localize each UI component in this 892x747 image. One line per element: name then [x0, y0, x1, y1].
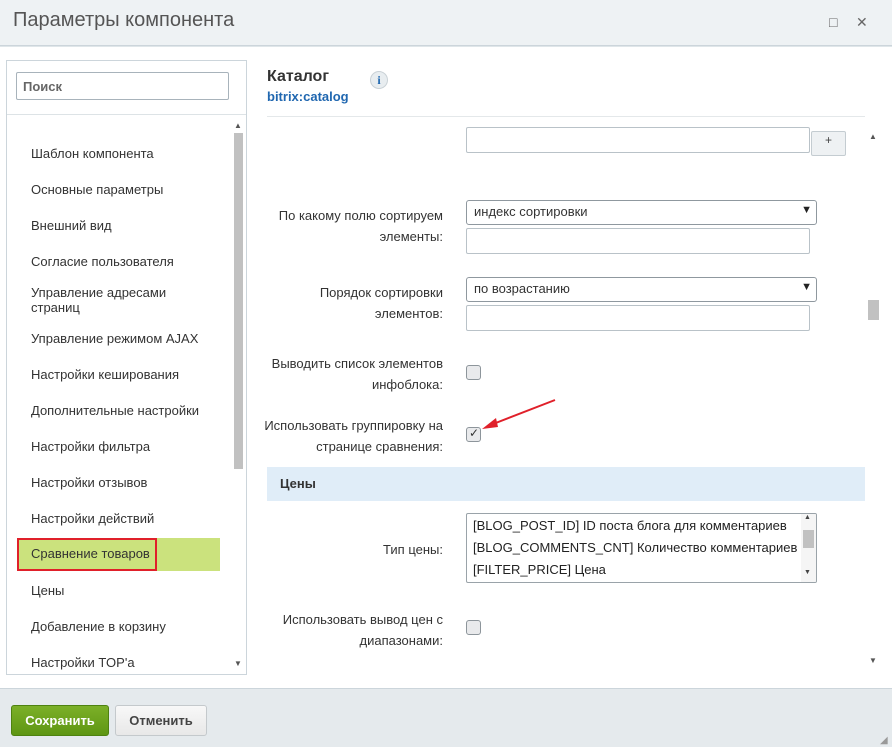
sidebar-item-prices[interactable]: Цены: [31, 583, 231, 598]
info-icon[interactable]: i: [370, 71, 388, 89]
sort-order-value: по возрастанию: [474, 281, 570, 296]
use-grouping-label: Использовать группировку на странице сра…: [264, 418, 443, 454]
sort-field-custom-input[interactable]: [466, 228, 810, 254]
sidebar-scroll-thumb[interactable]: [234, 133, 243, 469]
sidebar-item-compare[interactable]: Сравнение товаров: [17, 538, 220, 571]
list-item[interactable]: [FILTER_PRICE] Цена: [473, 562, 606, 577]
sidebar-item-template[interactable]: Шаблон компонента: [31, 146, 231, 161]
scroll-up-icon[interactable]: ▲: [234, 121, 242, 130]
search-input[interactable]: [16, 72, 229, 100]
sort-field-value: индекс сортировки: [474, 204, 588, 219]
sidebar-item-appearance[interactable]: Внешний вид: [31, 218, 231, 233]
save-button[interactable]: Сохранить: [11, 705, 109, 736]
sidebar-item-user-consent[interactable]: Согласие пользователя: [31, 254, 231, 269]
cancel-button[interactable]: Отменить: [115, 705, 207, 736]
header-divider: [267, 116, 865, 117]
text-field-top[interactable]: [466, 127, 810, 153]
listbox-scroll-thumb[interactable]: [803, 530, 814, 548]
sidebar-item-label: Сравнение товаров: [31, 546, 150, 561]
price-ranges-label: Использовать вывод цен с диапазонами:: [282, 612, 443, 648]
sidebar-scrollbar[interactable]: ▲ ▼: [231, 121, 245, 674]
sidebar-item-caching[interactable]: Настройки кеширования: [31, 367, 231, 382]
sort-field-label: По какому полю сортируем элементы:: [278, 208, 443, 244]
component-code: bitrix:catalog: [267, 89, 349, 104]
form-scrollbar[interactable]: ▲ ▼: [865, 132, 883, 668]
sidebar-item-reviews[interactable]: Настройки отзывов: [31, 475, 231, 490]
list-item[interactable]: [BLOG_COMMENTS_CNT] Количество комментар…: [473, 540, 797, 555]
scroll-down-icon[interactable]: ▼: [234, 659, 242, 668]
dialog-footer: Сохранить Отменить: [0, 688, 892, 747]
scroll-up-icon[interactable]: ▲: [804, 514, 811, 521]
sidebar-item-top[interactable]: Настройки TOP'а: [31, 655, 231, 670]
resize-handle-icon[interactable]: ◢: [880, 735, 888, 746]
scroll-up-icon[interactable]: ▲: [869, 132, 877, 141]
sort-order-select[interactable]: по возрастанию ▼: [466, 277, 817, 302]
component-header: Каталог bitrix:catalog: [267, 68, 349, 104]
prices-section-header: Цены: [267, 467, 865, 501]
dialog-title: Параметры компонента: [13, 9, 235, 31]
sidebar-search: [7, 61, 246, 115]
show-list-label: Выводить список элементов инфоблока:: [271, 356, 443, 392]
show-list-checkbox[interactable]: [466, 365, 481, 380]
form-scroll-thumb[interactable]: [868, 300, 879, 320]
chevron-down-icon: ▼: [801, 281, 812, 293]
sidebar-item-basic[interactable]: Основные параметры: [31, 182, 231, 197]
sidebar-item-actions[interactable]: Настройки действий: [31, 511, 231, 526]
scroll-down-icon[interactable]: ▼: [869, 656, 877, 665]
section-title: Цены: [280, 476, 316, 491]
listbox-scrollbar[interactable]: ▲ ▼: [801, 514, 816, 582]
price-type-label: Тип цены:: [383, 542, 443, 557]
sort-order-custom-input[interactable]: [466, 305, 810, 331]
sidebar: Шаблон компонента Основные параметры Вне…: [6, 60, 247, 675]
sidebar-item-filter[interactable]: Настройки фильтра: [31, 439, 231, 454]
sidebar-item-ajax[interactable]: Управление режимом AJAX: [31, 331, 231, 346]
list-item[interactable]: [BLOG_POST_ID] ID поста блога для коммен…: [473, 518, 787, 533]
sidebar-item-additional[interactable]: Дополнительные настройки: [31, 403, 231, 418]
price-ranges-checkbox[interactable]: [466, 620, 481, 635]
price-type-listbox[interactable]: [BLOG_POST_ID] ID поста блога для коммен…: [466, 513, 817, 583]
component-title: Каталог: [267, 68, 329, 85]
sort-field-select[interactable]: индекс сортировки ▼: [466, 200, 817, 225]
maximize-icon[interactable]: □: [829, 14, 837, 30]
close-icon[interactable]: ✕: [856, 14, 868, 31]
component-parameters-dialog: Параметры компонента □ ✕ Шаблон компонен…: [0, 0, 892, 747]
sort-order-label: Порядок сортировки элементов:: [319, 285, 443, 321]
dialog-titlebar[interactable]: Параметры компонента □ ✕: [0, 0, 892, 46]
sidebar-item-url-management[interactable]: Управление адресами страниц: [31, 285, 201, 315]
chevron-down-icon: ▼: [801, 204, 812, 216]
scroll-down-icon[interactable]: ▼: [804, 569, 811, 576]
red-arrow-icon: [482, 399, 556, 429]
sidebar-item-add-to-cart[interactable]: Добавление в корзину: [31, 619, 231, 634]
add-field-button[interactable]: +: [811, 131, 846, 156]
